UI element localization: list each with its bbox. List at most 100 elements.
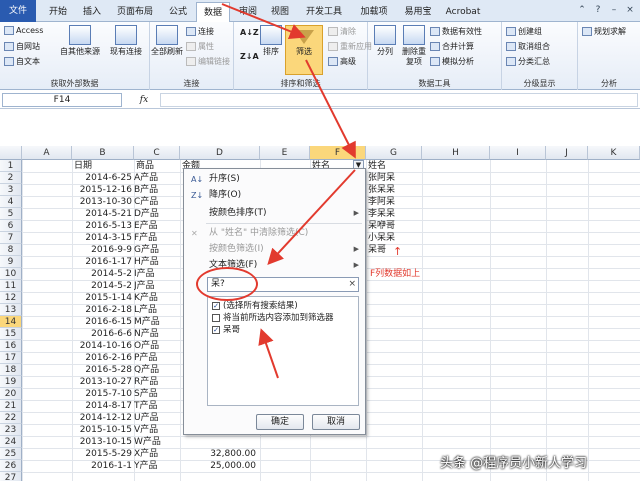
list-item[interactable]: ✓ (选择所有搜索结果) bbox=[212, 300, 298, 312]
tab-data[interactable]: 数据 bbox=[196, 2, 230, 23]
cell-product[interactable]: I产品 bbox=[134, 268, 180, 280]
column-header-c[interactable]: C bbox=[134, 146, 180, 160]
cell-product[interactable]: C产品 bbox=[134, 196, 180, 208]
row-header[interactable]: 20 bbox=[0, 388, 22, 400]
cell-product[interactable]: M产品 bbox=[134, 316, 180, 328]
cell-b1[interactable]: 日期 bbox=[74, 160, 132, 172]
row-header[interactable]: 1 bbox=[0, 160, 22, 172]
column-header-j[interactable]: J bbox=[546, 146, 588, 160]
tab-view[interactable]: 视图 bbox=[266, 2, 294, 22]
cell-date[interactable]: 2013-10-15 bbox=[72, 436, 132, 448]
sort-button[interactable]: 排序 bbox=[258, 25, 284, 57]
cell-product[interactable]: V产品 bbox=[134, 424, 180, 436]
consolidate-button[interactable]: 合并计算 bbox=[430, 41, 474, 52]
existing-connections-button[interactable]: 现有连接 bbox=[104, 25, 148, 57]
group-button[interactable]: 创建组 bbox=[506, 26, 542, 37]
tab-developer[interactable]: 开发工具 bbox=[300, 2, 348, 22]
cell-product[interactable]: Y产品 bbox=[134, 460, 180, 472]
reapply-button[interactable]: 重新应用 bbox=[328, 41, 372, 52]
insert-function-icon[interactable]: fx bbox=[130, 93, 158, 107]
cell-date[interactable]: 2015-5-29 bbox=[72, 448, 132, 460]
column-header-a[interactable]: A bbox=[22, 146, 72, 160]
cell-product[interactable]: W产品 bbox=[134, 436, 180, 448]
tab-page-layout[interactable]: 页面布局 bbox=[110, 2, 160, 22]
cell-product[interactable]: R产品 bbox=[134, 376, 180, 388]
from-other-sources-button[interactable]: 自其他来源 bbox=[58, 25, 102, 57]
cell-product[interactable]: U产品 bbox=[134, 412, 180, 424]
row-header[interactable]: 21 bbox=[0, 400, 22, 412]
tab-addins[interactable]: 加载项 bbox=[354, 2, 394, 22]
row-header[interactable]: 11 bbox=[0, 280, 22, 292]
edit-links-button[interactable]: 编辑链接 bbox=[186, 56, 230, 67]
row-header[interactable]: 9 bbox=[0, 256, 22, 268]
minimize-icon[interactable]: – bbox=[608, 4, 620, 16]
cell-product[interactable]: J产品 bbox=[134, 280, 180, 292]
tab-insert[interactable]: 插入 bbox=[76, 2, 108, 22]
cell-product[interactable]: H产品 bbox=[134, 256, 180, 268]
cell-date[interactable]: 2014-5-2 bbox=[72, 280, 132, 292]
tab-review[interactable]: 审阅 bbox=[234, 2, 262, 22]
tab-acrobat[interactable]: Acrobat bbox=[440, 2, 486, 22]
column-header-b[interactable]: B bbox=[72, 146, 134, 160]
column-header-e[interactable]: E bbox=[260, 146, 310, 160]
row-header[interactable]: 16 bbox=[0, 340, 22, 352]
cell-date[interactable]: 2013-10-27 bbox=[72, 376, 132, 388]
cell-date[interactable]: 2016-1-17 bbox=[72, 256, 132, 268]
checkbox[interactable]: ✓ bbox=[212, 302, 220, 310]
row-header[interactable]: 4 bbox=[0, 196, 22, 208]
row-header[interactable]: 19 bbox=[0, 376, 22, 388]
connections-button[interactable]: 连接 bbox=[186, 26, 214, 37]
close-icon[interactable]: × bbox=[624, 4, 636, 16]
cell-product[interactable]: P产品 bbox=[134, 352, 180, 364]
cell-date[interactable]: 2015-1-14 bbox=[72, 292, 132, 304]
cell-amount[interactable]: 25,000.00 bbox=[180, 460, 256, 472]
cell-date[interactable]: 2016-1-1 bbox=[72, 460, 132, 472]
list-item[interactable]: ✓ 呆哥 bbox=[212, 324, 240, 336]
row-header[interactable]: 13 bbox=[0, 304, 22, 316]
cell-date[interactable]: 2016-5-28 bbox=[72, 364, 132, 376]
sort-asc-quick-button[interactable]: A↓Z bbox=[240, 28, 259, 37]
clear-filter-button[interactable]: 清除 bbox=[328, 26, 356, 37]
subtotal-button[interactable]: 分类汇总 bbox=[506, 56, 550, 67]
clear-search-icon[interactable]: × bbox=[348, 278, 356, 291]
filter-button[interactable]: 筛选 bbox=[285, 25, 323, 75]
row-header[interactable]: 17 bbox=[0, 352, 22, 364]
cell-date[interactable]: 2016-6-15 bbox=[72, 316, 132, 328]
column-header-g[interactable]: G bbox=[366, 146, 422, 160]
help-icon[interactable]: ? bbox=[592, 4, 604, 16]
column-header-d[interactable]: D bbox=[180, 146, 260, 160]
list-item[interactable]: 将当前所选内容添加到筛选器 bbox=[212, 312, 334, 324]
cell-g1[interactable]: 姓名 bbox=[368, 160, 420, 172]
row-header[interactable]: 18 bbox=[0, 364, 22, 376]
menu-sort-by-color[interactable]: 按颜色排序(T) ▶ bbox=[187, 206, 363, 220]
tab-home[interactable]: 开始 bbox=[40, 2, 76, 22]
cell-date[interactable]: 2016-2-16 bbox=[72, 352, 132, 364]
cell-date[interactable]: 2013-10-30 bbox=[72, 196, 132, 208]
from-text-button[interactable]: 自文本 bbox=[4, 56, 40, 67]
what-if-button[interactable]: 模拟分析 bbox=[430, 56, 474, 67]
column-header-k[interactable]: K bbox=[588, 146, 640, 160]
cell-product[interactable]: S产品 bbox=[134, 388, 180, 400]
cell-date[interactable]: 2016-6-6 bbox=[72, 328, 132, 340]
row-header[interactable]: 26 bbox=[0, 460, 22, 472]
checkbox[interactable]: ✓ bbox=[212, 326, 220, 334]
remove-duplicates-button[interactable]: 删除重复项 bbox=[400, 25, 428, 67]
column-header-i[interactable]: I bbox=[490, 146, 546, 160]
from-web-button[interactable]: 自网站 bbox=[4, 41, 40, 52]
cell-date[interactable]: 2016-5-13 bbox=[72, 220, 132, 232]
cell-date[interactable]: 2014-12-12 bbox=[72, 412, 132, 424]
row-header[interactable]: 7 bbox=[0, 232, 22, 244]
cell-name[interactable]: 张呆呆 bbox=[368, 184, 420, 196]
row-header[interactable]: 24 bbox=[0, 436, 22, 448]
cell-product[interactable]: Q产品 bbox=[134, 364, 180, 376]
cell-product[interactable]: G产品 bbox=[134, 244, 180, 256]
checkbox[interactable] bbox=[212, 314, 220, 322]
text-to-columns-button[interactable]: 分列 bbox=[370, 25, 400, 57]
cell-product[interactable]: B产品 bbox=[134, 184, 180, 196]
cell-product[interactable]: L产品 bbox=[134, 304, 180, 316]
cell-date[interactable]: 2014-6-25 bbox=[72, 172, 132, 184]
advanced-filter-button[interactable]: 高级 bbox=[328, 56, 356, 67]
menu-clear-filter[interactable]: ✕ 从 "姓名" 中清除筛选(C) bbox=[187, 226, 363, 240]
cell-name[interactable]: 李阿呆 bbox=[368, 196, 420, 208]
cell-date[interactable]: 2016-9-9 bbox=[72, 244, 132, 256]
